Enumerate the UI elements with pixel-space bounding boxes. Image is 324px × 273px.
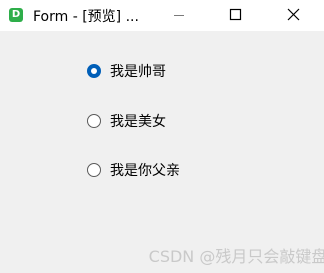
- maximize-icon: [229, 8, 242, 21]
- window-title: Form - [预览] ...: [33, 9, 139, 25]
- radio-button-checked[interactable]: [87, 64, 101, 78]
- watermark-text: CSDN @残月只会敲键盘: [148, 247, 324, 266]
- radio-label: 我是美女: [110, 114, 166, 130]
- radio-option-3[interactable]: 我是你父亲: [87, 160, 180, 180]
- maximize-button[interactable]: [212, 0, 258, 31]
- radio-button[interactable]: [87, 163, 101, 177]
- radio-label: 我是你父亲: [110, 163, 180, 179]
- app-icon: D: [9, 8, 23, 22]
- radio-label: 我是帅哥: [110, 64, 166, 80]
- radio-button[interactable]: [87, 114, 101, 128]
- close-icon: [287, 8, 300, 21]
- form-window: D Form - [预览] ... 我是帅哥 我是美女 我是你父亲 CSDN @…: [0, 0, 324, 273]
- radio-option-2[interactable]: 我是美女: [87, 111, 166, 131]
- close-button[interactable]: [270, 0, 316, 31]
- minimize-icon: [174, 15, 184, 16]
- radio-option-1[interactable]: 我是帅哥: [87, 61, 166, 81]
- minimize-button[interactable]: [156, 0, 202, 31]
- title-bar[interactable]: D Form - [预览] ...: [0, 0, 324, 31]
